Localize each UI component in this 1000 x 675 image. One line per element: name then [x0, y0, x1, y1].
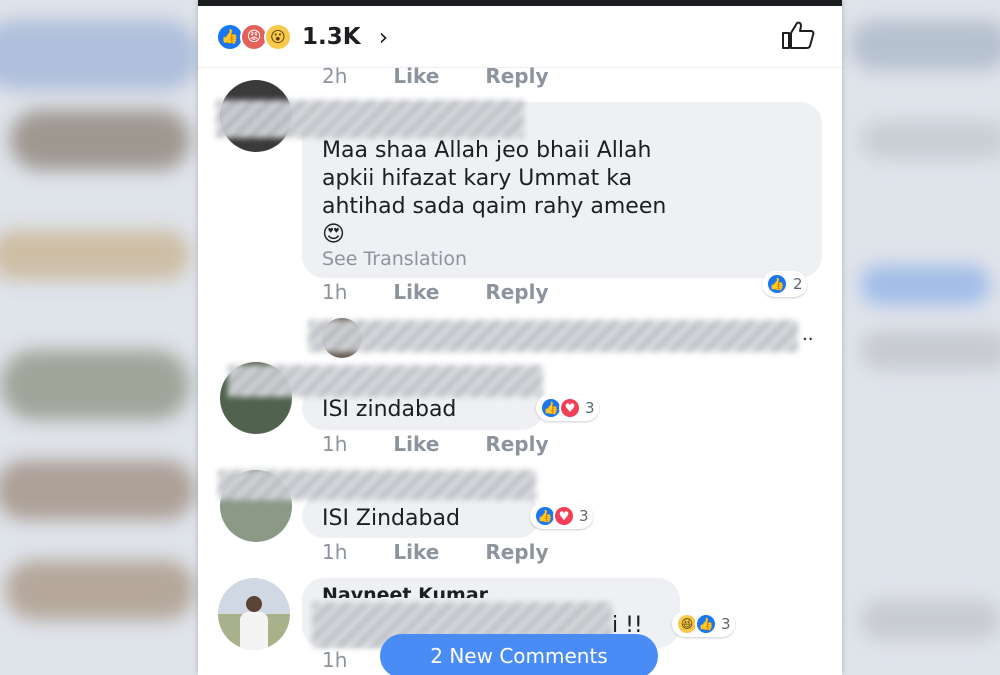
love-icon: ♥ [553, 505, 575, 527]
redacted-reply [308, 320, 798, 352]
see-translation-link[interactable]: See Translation [322, 248, 467, 270]
comment-actions: 1h Like Reply [322, 540, 549, 564]
like-link[interactable]: Like [393, 64, 439, 88]
comment-actions: 1h Like Reply [322, 432, 549, 456]
like-link[interactable]: Like [393, 280, 439, 304]
comment-actions: 2h Like Reply [322, 64, 549, 88]
comments-screen: 👍 😡 😮 1.3K › 2h Like Reply Maa shaa Alla… [198, 0, 842, 675]
reaction-count: 1.3K [302, 23, 361, 50]
redacted-name [216, 100, 524, 138]
comment-actions: 1h [322, 648, 347, 672]
wow-icon: 😮 [264, 22, 292, 51]
comment-text: ISI zindabad [322, 397, 457, 422]
like-icon: 👍 [695, 613, 717, 635]
thumbs-up-icon[interactable] [780, 20, 816, 50]
like-link[interactable]: Like [393, 432, 439, 456]
reply-link[interactable]: Reply [485, 280, 548, 304]
comment-text: Maa shaa Allah jeo bhaii Allah apkii hif… [322, 138, 667, 247]
comment-time: 2h [322, 64, 348, 88]
like-link[interactable]: Like [393, 540, 439, 564]
avatar[interactable] [218, 578, 290, 650]
comment-time: 1h [322, 280, 348, 304]
comment-time: 1h [322, 648, 348, 672]
like-icon: 👍 [766, 273, 788, 295]
reply-link[interactable]: Reply [485, 540, 548, 564]
chevron-right-icon[interactable]: › [379, 23, 389, 51]
love-icon: ♥ [559, 397, 581, 419]
reply-link[interactable]: Reply [485, 64, 548, 88]
comment-text: ISI Zindabad [322, 506, 460, 531]
reaction-badge[interactable]: 👍 2 [762, 271, 807, 297]
redacted-name [228, 365, 543, 397]
reply-link[interactable]: Reply [485, 432, 548, 456]
reaction-badge[interactable]: 👍 ♥ 3 [530, 503, 593, 529]
reply-ellipsis: .. [802, 324, 814, 345]
comment-author[interactable]: Navneet Kumar [322, 584, 488, 598]
comment-time: 1h [322, 540, 348, 564]
reaction-badge[interactable]: 😆 👍 3 [672, 611, 735, 637]
reactions-summary[interactable]: 👍 😡 😮 1.3K › [198, 6, 842, 68]
reaction-badge[interactable]: 👍 ♥ 3 [536, 395, 599, 421]
comment-actions: 1h Like Reply [322, 280, 549, 304]
heart-eyes-emoji: 😍 [322, 222, 345, 247]
redacted-name [218, 470, 536, 500]
comment-time: 1h [322, 432, 348, 456]
new-comments-button[interactable]: 2 New Comments [380, 634, 658, 675]
